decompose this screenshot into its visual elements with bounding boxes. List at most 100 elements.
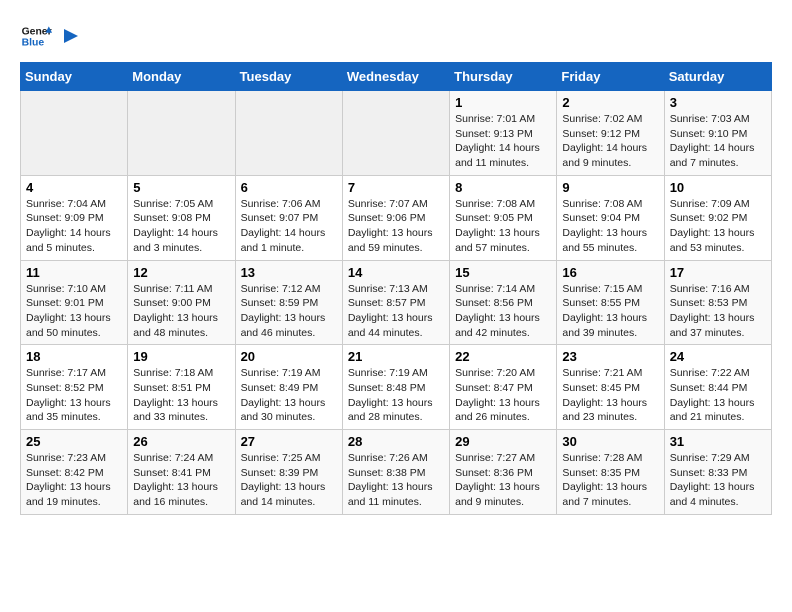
day-info: Sunrise: 7:03 AMSunset: 9:10 PMDaylight:… <box>670 112 766 171</box>
day-info: Sunrise: 7:02 AMSunset: 9:12 PMDaylight:… <box>562 112 658 171</box>
calendar-cell: 1Sunrise: 7:01 AMSunset: 9:13 PMDaylight… <box>450 91 557 176</box>
day-info: Sunrise: 7:17 AMSunset: 8:52 PMDaylight:… <box>26 366 122 425</box>
calendar-cell: 3 Sunrise: 7:03 AMSunset: 9:10 PMDaylight… <box>664 91 771 176</box>
day-number: 7 <box>348 180 444 195</box>
day-number: 6 <box>241 180 337 195</box>
day-info: Sunrise: 7:19 AMSunset: 8:49 PMDaylight:… <box>241 366 337 425</box>
calendar-cell: 31 Sunrise: 7:29 AMSunset: 8:33 PMDayligh… <box>664 430 771 515</box>
day-number: 8 <box>455 180 551 195</box>
day-info: Sunrise: 7:08 AMSunset: 9:05 PMDaylight:… <box>455 197 551 256</box>
calendar-cell: 27 Sunrise: 7:25 AMSunset: 8:39 PMDayligh… <box>235 430 342 515</box>
day-number: 2 <box>562 95 658 110</box>
day-number: 21 <box>348 349 444 364</box>
day-number: 27 <box>241 434 337 449</box>
day-info: Sunrise: 7:05 AMSunset: 9:08 PMDaylight:… <box>133 197 229 256</box>
day-number: 16 <box>562 265 658 280</box>
calendar-cell: 7 Sunrise: 7:07 AMSunset: 9:06 PMDaylight… <box>342 175 449 260</box>
day-info: Sunrise: 7:21 AMSunset: 8:45 PMDaylight:… <box>562 366 658 425</box>
calendar-cell: 18Sunrise: 7:17 AMSunset: 8:52 PMDayligh… <box>21 345 128 430</box>
calendar-week-1: 1Sunrise: 7:01 AMSunset: 9:13 PMDaylight… <box>21 91 772 176</box>
calendar-cell <box>21 91 128 176</box>
day-info: Sunrise: 7:28 AMSunset: 8:35 PMDaylight:… <box>562 451 658 510</box>
header-thursday: Thursday <box>450 63 557 91</box>
logo-triangle-icon <box>60 27 78 45</box>
calendar-cell <box>342 91 449 176</box>
day-info: Sunrise: 7:23 AMSunset: 8:42 PMDaylight:… <box>26 451 122 510</box>
calendar-cell: 25 Sunrise: 7:23 AMSunset: 8:42 PMDayligh… <box>21 430 128 515</box>
calendar-cell: 8 Sunrise: 7:08 AMSunset: 9:05 PMDaylight… <box>450 175 557 260</box>
calendar-week-3: 11Sunrise: 7:10 AMSunset: 9:01 PMDayligh… <box>21 260 772 345</box>
calendar-cell: 14 Sunrise: 7:13 AMSunset: 8:57 PMDayligh… <box>342 260 449 345</box>
calendar-cell: 24 Sunrise: 7:22 AMSunset: 8:44 PMDayligh… <box>664 345 771 430</box>
day-number: 13 <box>241 265 337 280</box>
day-number: 30 <box>562 434 658 449</box>
day-number: 31 <box>670 434 766 449</box>
day-number: 23 <box>562 349 658 364</box>
calendar-cell: 13 Sunrise: 7:12 AMSunset: 8:59 PMDayligh… <box>235 260 342 345</box>
header-saturday: Saturday <box>664 63 771 91</box>
logo: General Blue <box>20 20 78 52</box>
calendar-cell <box>235 91 342 176</box>
day-info: Sunrise: 7:06 AMSunset: 9:07 PMDaylight:… <box>241 197 337 256</box>
svg-text:Blue: Blue <box>22 38 45 49</box>
calendar-header-row: SundayMondayTuesdayWednesdayThursdayFrid… <box>21 63 772 91</box>
day-number: 19 <box>133 349 229 364</box>
header-monday: Monday <box>128 63 235 91</box>
day-info: Sunrise: 7:12 AMSunset: 8:59 PMDaylight:… <box>241 282 337 341</box>
calendar-cell: 9Sunrise: 7:08 AMSunset: 9:04 PMDaylight… <box>557 175 664 260</box>
page-header: General Blue <box>20 20 772 52</box>
day-number: 14 <box>348 265 444 280</box>
header-wednesday: Wednesday <box>342 63 449 91</box>
calendar-cell: 6 Sunrise: 7:06 AMSunset: 9:07 PMDaylight… <box>235 175 342 260</box>
calendar-cell: 23 Sunrise: 7:21 AMSunset: 8:45 PMDayligh… <box>557 345 664 430</box>
day-info: Sunrise: 7:29 AMSunset: 8:33 PMDaylight:… <box>670 451 766 510</box>
calendar-cell: 10 Sunrise: 7:09 AMSunset: 9:02 PMDayligh… <box>664 175 771 260</box>
calendar-cell: 29Sunrise: 7:27 AMSunset: 8:36 PMDayligh… <box>450 430 557 515</box>
day-info: Sunrise: 7:13 AMSunset: 8:57 PMDaylight:… <box>348 282 444 341</box>
calendar-cell <box>128 91 235 176</box>
day-info: Sunrise: 7:07 AMSunset: 9:06 PMDaylight:… <box>348 197 444 256</box>
calendar-table: SundayMondayTuesdayWednesdayThursdayFrid… <box>20 62 772 515</box>
day-info: Sunrise: 7:20 AMSunset: 8:47 PMDaylight:… <box>455 366 551 425</box>
day-info: Sunrise: 7:16 AMSunset: 8:53 PMDaylight:… <box>670 282 766 341</box>
day-number: 22 <box>455 349 551 364</box>
calendar-cell: 22 Sunrise: 7:20 AMSunset: 8:47 PMDayligh… <box>450 345 557 430</box>
calendar-week-5: 25 Sunrise: 7:23 AMSunset: 8:42 PMDayligh… <box>21 430 772 515</box>
calendar-cell: 20 Sunrise: 7:19 AMSunset: 8:49 PMDayligh… <box>235 345 342 430</box>
day-number: 3 <box>670 95 766 110</box>
day-number: 20 <box>241 349 337 364</box>
day-info: Sunrise: 7:09 AMSunset: 9:02 PMDaylight:… <box>670 197 766 256</box>
day-info: Sunrise: 7:15 AMSunset: 8:55 PMDaylight:… <box>562 282 658 341</box>
header-tuesday: Tuesday <box>235 63 342 91</box>
calendar-cell: 4Sunrise: 7:04 AMSunset: 9:09 PMDaylight… <box>21 175 128 260</box>
day-info: Sunrise: 7:19 AMSunset: 8:48 PMDaylight:… <box>348 366 444 425</box>
day-number: 15 <box>455 265 551 280</box>
day-info: Sunrise: 7:22 AMSunset: 8:44 PMDaylight:… <box>670 366 766 425</box>
day-number: 5 <box>133 180 229 195</box>
day-info: Sunrise: 7:11 AMSunset: 9:00 PMDaylight:… <box>133 282 229 341</box>
day-number: 25 <box>26 434 122 449</box>
calendar-cell: 19 Sunrise: 7:18 AMSunset: 8:51 PMDayligh… <box>128 345 235 430</box>
calendar-week-2: 4Sunrise: 7:04 AMSunset: 9:09 PMDaylight… <box>21 175 772 260</box>
day-info: Sunrise: 7:18 AMSunset: 8:51 PMDaylight:… <box>133 366 229 425</box>
calendar-cell: 15Sunrise: 7:14 AMSunset: 8:56 PMDayligh… <box>450 260 557 345</box>
calendar-cell: 30 Sunrise: 7:28 AMSunset: 8:35 PMDayligh… <box>557 430 664 515</box>
day-info: Sunrise: 7:01 AMSunset: 9:13 PMDaylight:… <box>455 112 551 171</box>
day-info: Sunrise: 7:25 AMSunset: 8:39 PMDaylight:… <box>241 451 337 510</box>
day-number: 26 <box>133 434 229 449</box>
day-number: 4 <box>26 180 122 195</box>
day-number: 28 <box>348 434 444 449</box>
day-info: Sunrise: 7:24 AMSunset: 8:41 PMDaylight:… <box>133 451 229 510</box>
logo-icon: General Blue <box>20 20 52 52</box>
calendar-cell: 21 Sunrise: 7:19 AMSunset: 8:48 PMDayligh… <box>342 345 449 430</box>
day-number: 17 <box>670 265 766 280</box>
calendar-cell: 28 Sunrise: 7:26 AMSunset: 8:38 PMDayligh… <box>342 430 449 515</box>
calendar-week-4: 18Sunrise: 7:17 AMSunset: 8:52 PMDayligh… <box>21 345 772 430</box>
calendar-cell: 2 Sunrise: 7:02 AMSunset: 9:12 PMDaylight… <box>557 91 664 176</box>
day-info: Sunrise: 7:26 AMSunset: 8:38 PMDaylight:… <box>348 451 444 510</box>
calendar-cell: 12Sunrise: 7:11 AMSunset: 9:00 PMDayligh… <box>128 260 235 345</box>
day-number: 24 <box>670 349 766 364</box>
day-number: 11 <box>26 265 122 280</box>
calendar-cell: 11Sunrise: 7:10 AMSunset: 9:01 PMDayligh… <box>21 260 128 345</box>
day-number: 10 <box>670 180 766 195</box>
